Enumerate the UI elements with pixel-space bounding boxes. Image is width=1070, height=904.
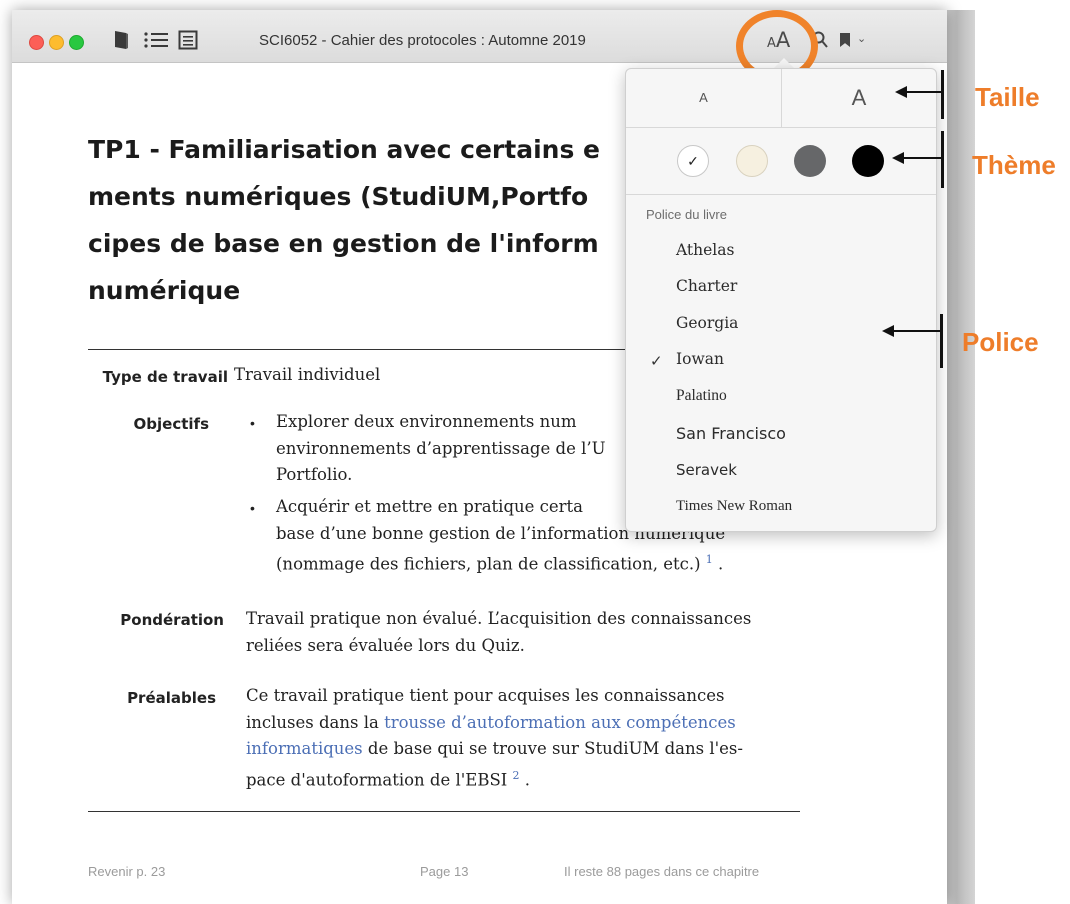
font-option-san-francisco[interactable]: San Francisco (676, 424, 786, 443)
annotation-label-font: Police (962, 327, 1039, 357)
font-option-times-new-roman[interactable]: Times New Roman (676, 498, 792, 515)
annotation-arrow-line (905, 91, 943, 93)
font-option-charter[interactable]: Charter (676, 277, 737, 295)
annotation-bracket (940, 314, 943, 368)
font-section-label: Police du livre (646, 207, 727, 222)
text-line: incluses dans la trousse d’autoformation… (246, 710, 743, 737)
annotation-arrow-line (902, 157, 943, 159)
autoformation-link[interactable]: trousse d’autoformation aux compétences (384, 713, 736, 732)
font-option-seravek[interactable]: Seravek (676, 461, 737, 479)
notes-icon[interactable] (178, 29, 198, 51)
text-line: Portfolio. (276, 465, 353, 484)
text-segment: incluses dans la (246, 712, 385, 732)
field-label-prealables: Préalables (127, 689, 216, 707)
annotation-bracket (941, 131, 944, 188)
text-segment: de base qui se trouve sur StudiUM dans l… (362, 739, 743, 758)
desktop-backdrop (945, 10, 975, 904)
autoformation-link[interactable]: informatiques (246, 739, 363, 758)
check-icon: ✓ (687, 153, 699, 169)
check-icon: ✓ (650, 353, 663, 370)
text-segment: (nommage des fichiers, plan de classific… (276, 554, 701, 574)
font-option-iowan[interactable]: Iowan (676, 350, 724, 368)
text-line: Explorer deux environnements num (276, 412, 577, 431)
field-label-objectifs: Objectifs (133, 415, 209, 433)
footnote-link[interactable]: 1 (706, 553, 713, 566)
text-line: reliées sera évaluée lors du Quiz. (246, 635, 525, 655)
minimize-window-button[interactable] (49, 35, 64, 50)
theme-row: ✓ (626, 128, 936, 195)
field-text-ponderation: Travail pratique non évalué. L’acquisiti… (246, 606, 751, 659)
annotation-label-theme: Thème (972, 150, 1056, 180)
maximize-window-button[interactable] (69, 35, 84, 50)
theme-white-swatch[interactable]: ✓ (677, 145, 709, 177)
text-line: environnements d’apprentissage de l’U (276, 438, 606, 458)
text-line: Ce travail pratique tient pour acquises … (246, 686, 725, 705)
text-line: Travail pratique non évalué. L’acquisiti… (246, 609, 752, 628)
theme-night-swatch[interactable] (852, 145, 884, 177)
annotation-arrow-line (892, 330, 942, 332)
library-icon[interactable] (112, 29, 130, 51)
table-of-contents-icon[interactable] (143, 29, 169, 51)
font-option-palatino[interactable]: Palatino (676, 387, 727, 405)
chevron-down-icon[interactable]: ⌄ (857, 32, 866, 45)
bullet-icon: • (250, 415, 255, 431)
text-settings-popover: A A ✓ Police du livre ✓ Athelas Charter … (625, 68, 937, 532)
page-number: Page 13 (420, 864, 469, 879)
footnote-link[interactable]: 2 (513, 769, 520, 782)
window-title: SCI6052 - Cahier des protocoles : Automn… (259, 32, 586, 49)
font-option-athelas[interactable]: Athelas (676, 241, 734, 259)
objectif-bullet-1: Explorer deux environnements num environ… (276, 409, 606, 489)
theme-sepia-swatch[interactable] (736, 145, 768, 177)
text-line: informatiques de base qui se trouve sur … (246, 736, 743, 763)
back-to-page-link[interactable]: Revenir p. 23 (88, 864, 165, 879)
text-segment: pace d'autoformation de l'EBSI (246, 770, 508, 789)
bullet-icon: • (250, 500, 255, 516)
font-option-georgia[interactable]: Georgia (676, 314, 738, 332)
field-label-ponderation: Pondération (120, 611, 224, 629)
increase-font-size-button[interactable]: A (782, 69, 936, 127)
field-text-type: Travail individuel (234, 365, 381, 384)
annotation-bracket (941, 70, 944, 119)
divider-bottom (88, 811, 800, 812)
bookmark-icon[interactable] (840, 33, 850, 47)
font-size-row: A A (626, 69, 936, 128)
theme-gray-swatch[interactable] (794, 145, 826, 177)
pages-remaining: Il reste 88 pages dans ce chapitre (564, 864, 760, 879)
field-text-prealables: Ce travail pratique tient pour acquises … (246, 683, 743, 794)
text-line: (nommage des fichiers, plan de classific… (276, 553, 724, 574)
text-line: pace d'autoformation de l'EBSI 2 . (246, 768, 531, 790)
field-label-type: Type de travail (102, 368, 228, 386)
decrease-font-size-button[interactable]: A (626, 69, 781, 127)
close-window-button[interactable] (29, 35, 44, 50)
annotation-label-size: Taille (975, 82, 1040, 112)
